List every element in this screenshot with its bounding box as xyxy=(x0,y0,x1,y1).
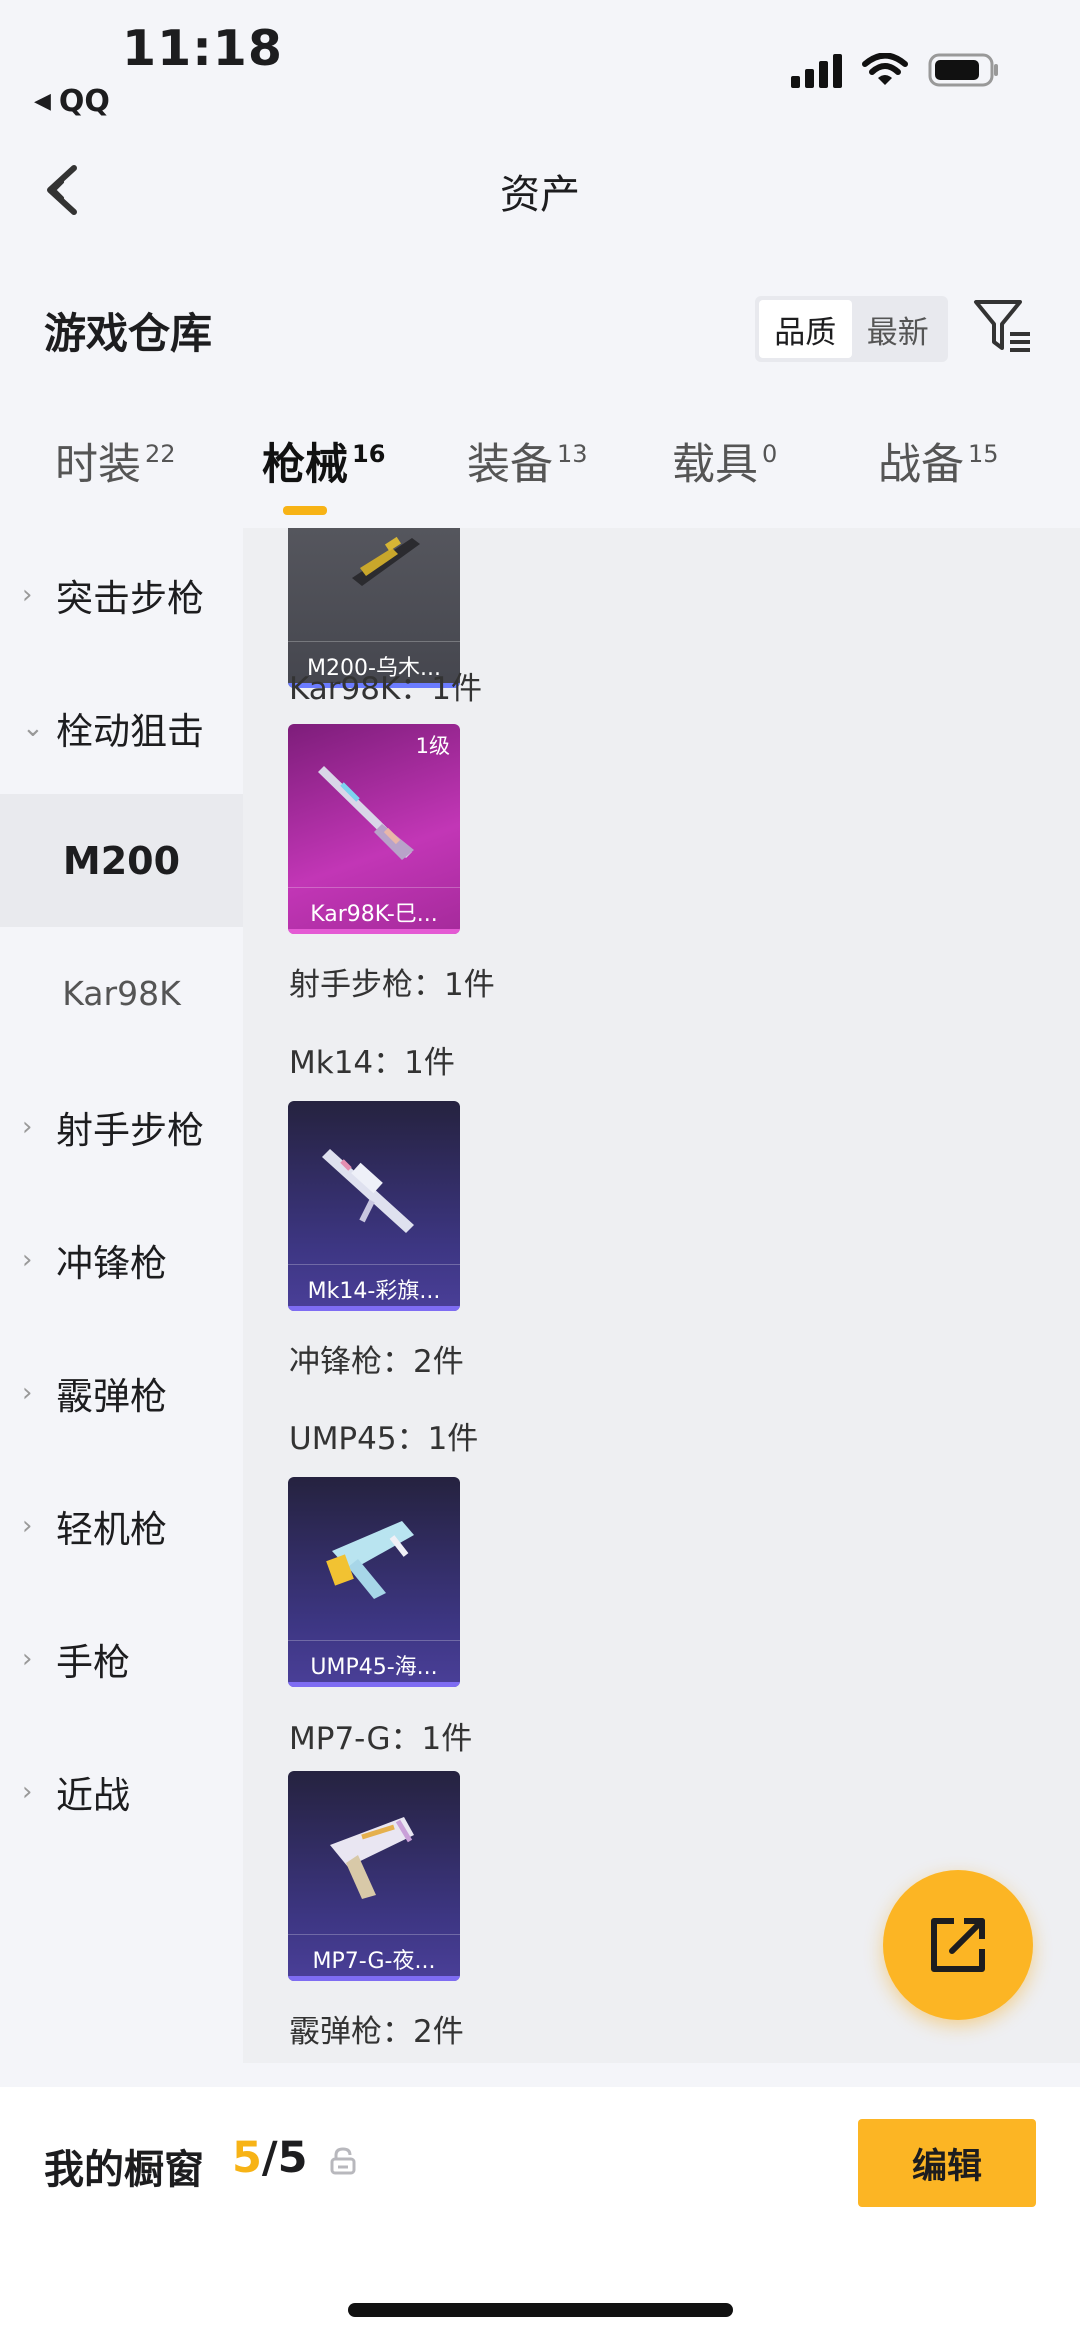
chevron-right-icon: › xyxy=(22,1776,33,1807)
nav-bar: 资产 xyxy=(0,140,1080,240)
tab-firearms[interactable]: 枪械 16 xyxy=(262,430,385,492)
wifi-icon xyxy=(862,53,908,87)
sidebar-item-kar98k[interactable]: Kar98K xyxy=(0,927,243,1060)
sidebar-item-m200[interactable]: M200 xyxy=(0,794,243,927)
group-label: Kar98K：1件 xyxy=(289,671,483,707)
sort-toggle: 品质 最新 xyxy=(755,296,948,362)
showcase-label: 我的橱窗 xyxy=(44,2147,204,2193)
sidebar-item-label: 栓动狙击 xyxy=(56,709,204,753)
weapon-card-mk14[interactable]: Mk14-彩旗... xyxy=(288,1101,460,1311)
status-time: 11:18 xyxy=(122,20,283,77)
group-label: Mk14：1件 xyxy=(289,1045,455,1081)
unlock-icon xyxy=(330,2147,356,2179)
category-tabs: 时装 22 枪械 16 装备 13 载具 0 战备 15 xyxy=(0,430,1080,528)
chevron-right-icon: › xyxy=(22,579,33,610)
showcase-current: 5 xyxy=(232,2133,262,2183)
back-triangle-icon: ◀ xyxy=(34,89,51,114)
ump45-smg-image xyxy=(326,1521,414,1599)
sidebar-item-label: 手枪 xyxy=(56,1640,130,1684)
kar98k-rifle-image xyxy=(318,766,414,860)
group-label: 射手步枪：1件 xyxy=(289,967,495,1003)
filter-button[interactable] xyxy=(972,296,1034,358)
back-app-label: QQ xyxy=(58,84,110,119)
tab-equipment[interactable]: 装备 13 xyxy=(467,430,588,492)
sidebar-item-lmg[interactable]: › 轻机枪 xyxy=(0,1459,243,1592)
group-label: MP7-G：1件 xyxy=(289,1721,473,1757)
weapon-card-kar98k[interactable]: 1级 Kar98K-巳... xyxy=(288,724,460,934)
weapon-card-mp7g[interactable]: MP7-G-夜... xyxy=(288,1771,460,1981)
sidebar-item-label: 霰弹枪 xyxy=(56,1374,167,1418)
showcase-count: 5/5 xyxy=(232,2133,308,2183)
chevron-right-icon: › xyxy=(22,1643,33,1674)
showcase-bar: 我的橱窗 5/5 编辑 xyxy=(0,2087,1080,2337)
tab-vehicles[interactable]: 载具 0 xyxy=(672,430,777,492)
sidebar-item-label: 轻机枪 xyxy=(56,1507,167,1551)
back-to-app[interactable]: ◀ QQ xyxy=(34,84,110,119)
sidebar-item-label: 突击步枪 xyxy=(56,576,204,620)
chevron-down-icon: ⌄ xyxy=(22,712,44,743)
chevron-right-icon: › xyxy=(22,1111,33,1142)
tab-label: 载具 xyxy=(672,440,758,490)
sort-newest-option[interactable]: 最新 xyxy=(852,300,945,358)
weapon-list: M200-乌木... Kar98K：1件 1级 Kar98K-巳... 射手步枪… xyxy=(243,528,1080,2063)
sidebar-item-label: 近战 xyxy=(56,1773,130,1817)
tab-label: 战备 xyxy=(878,440,964,490)
battery-icon xyxy=(928,52,1000,88)
group-label: UMP45：1件 xyxy=(289,1421,479,1457)
sidebar-item-smg[interactable]: › 冲锋枪 xyxy=(0,1193,243,1326)
chevron-right-icon: › xyxy=(22,1377,33,1408)
showcase-total: /5 xyxy=(261,2133,308,2183)
tab-count: 0 xyxy=(762,439,778,468)
share-external-icon xyxy=(931,1918,985,1972)
cellular-signal-icon xyxy=(791,52,842,88)
home-indicator[interactable] xyxy=(348,2303,733,2317)
share-button[interactable] xyxy=(883,1870,1033,2020)
group-label: 霰弹枪：2件 xyxy=(289,2014,464,2050)
card-name: MP7-G-夜... xyxy=(312,1949,436,1974)
card-name: UMP45-海... xyxy=(310,1655,438,1680)
sidebar-item-label: 冲锋枪 xyxy=(56,1241,167,1285)
tab-label: 时装 xyxy=(55,440,141,490)
tab-supplies[interactable]: 战备 15 xyxy=(878,430,999,492)
sidebar-item-label: Kar98K xyxy=(62,974,181,1013)
sidebar-item-melee[interactable]: › 近战 xyxy=(0,1725,243,1858)
sidebar-item-assault-rifle[interactable]: › 突击步枪 xyxy=(0,528,243,661)
filter-funnel-icon xyxy=(974,300,1030,352)
sidebar-item-label: M200 xyxy=(62,838,181,883)
page-title: 资产 xyxy=(500,172,580,218)
tab-label: 枪械 xyxy=(262,440,348,490)
tab-count: 13 xyxy=(557,439,588,468)
status-bar: 11:18 ◀ QQ xyxy=(0,0,1080,130)
tab-label: 装备 xyxy=(467,440,553,490)
mk14-rifle-image xyxy=(322,1149,414,1233)
card-name: Mk14-彩旗... xyxy=(307,1279,441,1304)
sort-quality-option[interactable]: 品质 xyxy=(759,300,852,358)
tab-count: 22 xyxy=(145,439,176,468)
status-icons xyxy=(791,52,1000,88)
tab-fashion[interactable]: 时装 22 xyxy=(55,430,176,492)
mp7g-smg-image xyxy=(330,1817,414,1899)
tab-count: 16 xyxy=(352,439,386,468)
tab-count: 15 xyxy=(968,439,999,468)
sniper-rifle-image xyxy=(352,536,420,586)
sidebar-item-pistol[interactable]: › 手枪 xyxy=(0,1592,243,1725)
sidebar-item-bolt-sniper[interactable]: ⌄ 栓动狙击 xyxy=(0,661,243,794)
sidebar-item-shotgun[interactable]: › 霰弹枪 xyxy=(0,1326,243,1459)
weapon-category-sidebar: › 突击步枪 ⌄ 栓动狙击 M200 Kar98K › 射手步枪 › 冲锋枪 ›… xyxy=(0,528,243,2063)
sidebar-item-marksman-rifle[interactable]: › 射手步枪 xyxy=(0,1060,243,1193)
sidebar-item-label: 射手步枪 xyxy=(56,1108,204,1152)
warehouse-title: 游戏仓库 xyxy=(44,309,213,358)
card-name: Kar98K-巳... xyxy=(310,902,438,927)
group-label: 冲锋枪：2件 xyxy=(289,1344,464,1380)
chevron-right-icon: › xyxy=(22,1244,33,1275)
chevron-right-icon: › xyxy=(22,1510,33,1541)
edit-button[interactable]: 编辑 xyxy=(858,2119,1036,2207)
active-tab-indicator xyxy=(283,506,327,515)
weapon-card-ump45[interactable]: UMP45-海... xyxy=(288,1477,460,1687)
